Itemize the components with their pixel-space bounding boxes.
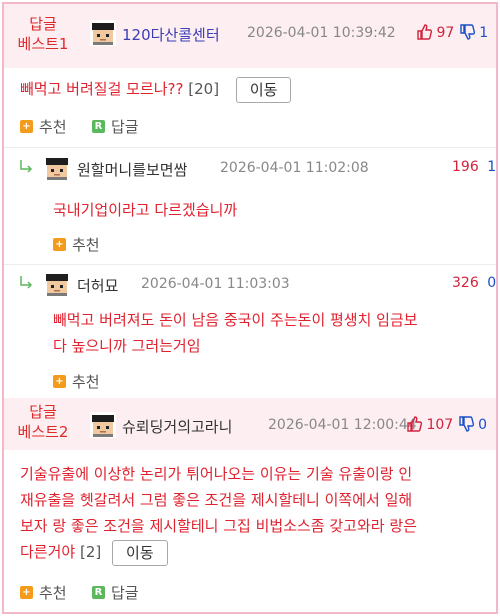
comment-body: 다른거야 (20, 543, 76, 561)
vote-box: 107 0 (406, 416, 487, 436)
recommend-label: 추천 (39, 584, 67, 602)
nickname[interactable]: 원할머니를보면쌈 (77, 159, 187, 180)
best-tag: 답글 베스트2 (14, 402, 72, 442)
divider (4, 264, 496, 265)
comment-text: 빼먹고 버려질걸 모르나?? [20] 이동 (20, 76, 292, 103)
reply-count: [20] (188, 80, 220, 98)
recommend-label: 추천 (72, 236, 100, 254)
nickname[interactable]: 더허묘 (77, 275, 118, 296)
comment-date: 2026-04-01 11:02:08 (220, 160, 369, 176)
comment-text: 국내기업이라고 다르겠습니까 (53, 201, 238, 219)
best-comment-header: 답글 베스트2 슈뢰딩거의고라니 2026-04-01 12:00:44 107 (4, 398, 496, 450)
comment-list: 답글 베스트1 120다산콜센터 2026-04-01 10:39:42 97 (2, 2, 498, 614)
reply-count: [2] (79, 543, 102, 561)
divider (4, 147, 496, 148)
avatar-face-icon (46, 274, 68, 296)
comment-text: 빼먹고 버려져도 돈이 남음 중국이 주는돈이 평생치 임금보 다 높으니까 그… (53, 307, 418, 359)
comment-line: 빼먹고 버려져도 돈이 남음 중국이 주는돈이 평생치 임금보 (53, 311, 418, 329)
vote-box: 196 1 (452, 159, 496, 175)
downvote-count: 0 (478, 417, 488, 433)
recommend-button[interactable]: + 추천 (53, 234, 100, 255)
avatar-face-icon (90, 20, 116, 46)
downvote-count: 0 (487, 275, 497, 291)
reply-label: 답글 (111, 584, 139, 602)
vote-box: 97 1 (416, 24, 488, 44)
best-tag-line1: 답글 (29, 403, 57, 421)
thumbs-down-icon[interactable] (459, 24, 475, 44)
best-tag: 답글 베스트1 (14, 14, 72, 54)
recommend-label: 추천 (72, 373, 100, 391)
comment-text: 기술유출에 이상한 논리가 튀어나오는 이유는 기술 유출이랑 인 재유출을 헷… (20, 461, 417, 566)
avatar[interactable] (44, 271, 70, 297)
comment-line: 보자 랑 좋은 조건을 제시할테니 그집 비법소스좀 갖고와라 랑은 (20, 517, 417, 535)
avatar-face-icon (90, 412, 116, 438)
best-comment-header: 답글 베스트1 120다산콜센터 2026-04-01 10:39:42 97 (4, 4, 496, 68)
reply-arrow-icon (18, 275, 34, 291)
recommend-button[interactable]: + 추천 (53, 371, 100, 392)
comment-line: 다 높으니까 그러는거임 (53, 337, 201, 355)
avatar-face-icon (46, 158, 68, 180)
comment-body: 빼먹고 버려질걸 모르나?? (20, 80, 184, 98)
comment-date: 2026-04-01 12:00:44 (268, 417, 417, 433)
reply-icon: R (92, 120, 105, 133)
plus-icon: + (53, 375, 66, 388)
nickname[interactable]: 슈뢰딩거의고라니 (122, 416, 232, 437)
move-button[interactable]: 이동 (235, 76, 292, 103)
upvote-count: 196 (452, 159, 479, 175)
downvote-count: 1 (479, 25, 489, 41)
comment-line: 재유출을 헷갈려서 그럼 좋은 조건을 제시할테니 이쪽에서 일해 (20, 491, 413, 509)
comment-line-last: 다른거야 [2] 이동 (20, 539, 417, 566)
recommend-button[interactable]: + 추천 (20, 582, 67, 603)
move-button[interactable]: 이동 (112, 539, 168, 566)
upvote-count: 326 (452, 275, 479, 291)
reply-label: 답글 (111, 118, 139, 136)
best-tag-line1: 답글 (29, 15, 57, 33)
avatar[interactable] (44, 155, 70, 181)
comment-line: 기술유출에 이상한 논리가 튀어나오는 이유는 기술 유출이랑 인 (20, 465, 413, 483)
downvote-count: 1 (487, 159, 497, 175)
vote-box: 326 0 (452, 275, 496, 291)
plus-icon: + (20, 120, 33, 133)
recommend-button[interactable]: + 추천 (20, 116, 67, 137)
reply-button[interactable]: R 답글 (92, 116, 139, 137)
thumbs-up-icon[interactable] (416, 24, 433, 44)
thumbs-down-icon[interactable] (458, 416, 474, 436)
reply-arrow-icon (18, 159, 34, 175)
best-tag-line2: 베스트2 (17, 423, 69, 441)
comment-date: 2026-04-01 10:39:42 (247, 25, 396, 41)
nickname-link[interactable]: 120다산콜센터 (122, 24, 220, 45)
avatar[interactable] (90, 412, 116, 438)
avatar[interactable] (90, 20, 116, 46)
plus-icon: + (53, 238, 66, 251)
plus-icon: + (20, 586, 33, 599)
best-tag-line2: 베스트1 (17, 35, 69, 53)
reply-icon: R (92, 586, 105, 599)
thumbs-up-icon[interactable] (406, 416, 423, 436)
recommend-label: 추천 (39, 118, 67, 136)
upvote-count: 107 (426, 417, 454, 433)
upvote-count: 97 (436, 25, 455, 41)
comment-date: 2026-04-01 11:03:03 (141, 276, 290, 292)
reply-button[interactable]: R 답글 (92, 582, 139, 603)
